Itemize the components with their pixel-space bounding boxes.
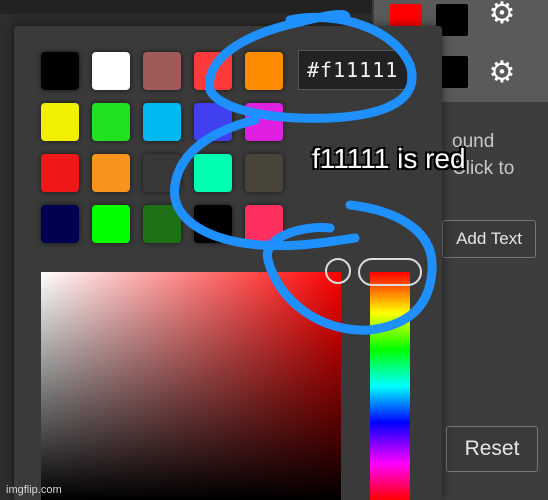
reset-button[interactable]: Reset	[446, 426, 538, 472]
color-swatch[interactable]	[194, 154, 232, 192]
saturation-handle[interactable]	[325, 258, 351, 284]
color-swatch[interactable]	[143, 154, 181, 192]
color-swatch[interactable]	[245, 154, 283, 192]
color-swatch[interactable]	[143, 205, 181, 243]
color-picker-popup: #f11111	[14, 26, 442, 500]
color-swatch[interactable]	[194, 205, 232, 243]
hue-slider[interactable]	[370, 272, 410, 500]
color-swatch[interactable]	[245, 205, 283, 243]
color-swatch[interactable]	[41, 103, 79, 141]
watermark: imgflip.com	[6, 484, 62, 496]
color-swatch[interactable]	[92, 103, 130, 141]
color-swatch[interactable]	[194, 103, 232, 141]
hue-handle[interactable]	[358, 258, 422, 286]
annotation-text: f11111 is red	[312, 143, 466, 174]
gear-icon[interactable]: ⚙	[488, 0, 516, 29]
color-swatch[interactable]	[92, 205, 130, 243]
color-swatch[interactable]	[245, 52, 283, 90]
color-swatch[interactable]	[41, 52, 79, 90]
color-swatch[interactable]	[92, 52, 130, 90]
hex-input[interactable]: #f11111	[298, 50, 408, 90]
saturation-value-area[interactable]	[41, 272, 341, 500]
add-text-button[interactable]: Add Text	[442, 220, 536, 258]
color-swatch[interactable]	[143, 103, 181, 141]
color-swatch[interactable]	[41, 205, 79, 243]
left-edge	[0, 14, 12, 500]
gear-icon[interactable]: ⚙	[488, 58, 516, 88]
color-swatch[interactable]	[92, 154, 130, 192]
color-swatch[interactable]	[143, 52, 181, 90]
color-swatch[interactable]	[194, 52, 232, 90]
color-swatch[interactable]	[41, 154, 79, 192]
color-swatch[interactable]	[245, 103, 283, 141]
